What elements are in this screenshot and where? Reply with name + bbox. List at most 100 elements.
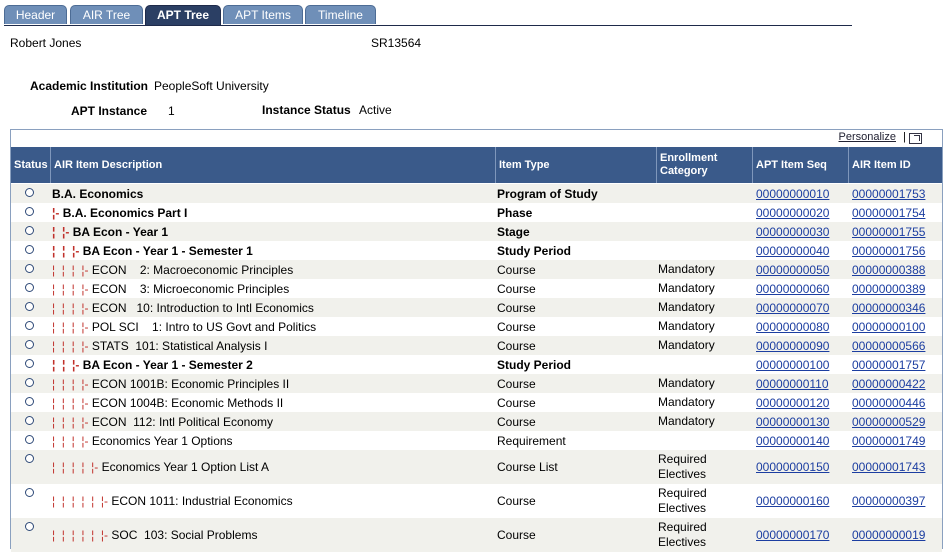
enrollment-category: Mandatory [658,376,715,390]
air-item-id-link[interactable]: 00000001755 [852,222,925,241]
apt-item-seq-link[interactable]: 00000000110 [756,374,829,393]
apt-instance-value: 1 [168,104,175,118]
apt-item-seq-link[interactable]: 00000000020 [756,203,829,222]
apt-item-seq-link[interactable]: 00000000100 [756,355,829,374]
table-row: ¦ ¦ ¦ ¦- Economics Year 1 Options Require… [11,431,942,450]
row-radio-button[interactable] [25,488,34,497]
air-item-id-link[interactable]: 00000000346 [852,298,925,317]
item-description: ECON 1011: Industrial Economics [111,494,293,508]
item-type: Study Period [497,243,572,258]
tree-connector: ¦ ¦ ¦ ¦- [52,338,92,353]
air-item-id-link[interactable]: 00000000446 [852,393,925,412]
row-radio-button[interactable] [25,302,34,311]
enrollment-category [658,431,748,450]
tab-air-tree[interactable]: AIR Tree [70,5,143,24]
col-enrollment-category: Enrollment Category [657,147,753,183]
apt-tree-grid: Personalize | Status AIR Item Descriptio… [10,129,943,552]
description-cell: ¦- B.A. Economics Part I [52,203,187,222]
apt-item-seq-link[interactable]: 00000000090 [756,336,829,355]
row-radio-button[interactable] [25,435,34,444]
air-item-id-link[interactable]: 00000000566 [852,336,925,355]
tree-connector: ¦ ¦ ¦ ¦ ¦- [52,460,102,474]
apt-item-seq-link[interactable]: 00000000080 [756,317,829,336]
table-row: B.A. Economics Program of Study 0000000001… [11,184,942,203]
institution-value: PeopleSoft University [154,79,269,93]
tab-header[interactable]: Header [4,5,67,24]
tab-apt-tree[interactable]: APT Tree [145,5,221,25]
item-type: Course [497,281,536,296]
air-item-id-link[interactable]: 00000001756 [852,241,925,260]
air-item-id-link[interactable]: 00000001743 [852,450,925,484]
col-apt-item-seq: APT Item Seq [753,147,849,183]
item-type: Course List [497,460,558,474]
table-row: ¦ ¦ ¦ ¦- ECON 112: Intl Political Econom… [11,412,942,431]
apt-item-seq-link[interactable]: 00000000120 [756,393,829,412]
col-status: Status [11,147,51,183]
apt-item-seq-link[interactable]: 00000000140 [756,431,829,450]
description-cell: ¦ ¦ ¦ ¦- Economics Year 1 Options [52,431,233,450]
instance-status-label: Instance Status [262,103,351,117]
enrollment-category [658,184,748,203]
table-row: ¦ ¦ ¦ ¦- ECON 1001B: Economic Principles… [11,374,942,393]
item-type: Course [497,319,536,334]
air-item-id-link[interactable]: 00000000529 [852,412,925,431]
air-item-id-link[interactable]: 00000001749 [852,431,925,450]
air-item-id-link[interactable]: 00000000389 [852,279,925,298]
apt-item-seq-link[interactable]: 00000000010 [756,184,829,203]
tab-bar: Header AIR Tree APT Tree APT Items Timel… [4,5,852,26]
new-window-icon[interactable] [909,133,922,144]
air-item-id-link[interactable]: 00000000019 [852,518,925,552]
table-row: ¦ ¦ ¦ ¦- ECON 1004B: Economic Methods II… [11,393,942,412]
tree-connector: ¦ ¦ ¦- [52,243,83,258]
item-type: Study Period [497,357,572,372]
air-item-id-link[interactable]: 00000000100 [852,317,925,336]
item-description: BA Econ - Year 1 - Semester 1 [82,243,253,258]
row-radio-button[interactable] [25,359,34,368]
apt-item-seq-link[interactable]: 00000000060 [756,279,829,298]
air-item-id-link[interactable]: 00000000388 [852,260,925,279]
enrollment-category: Mandatory [658,395,715,409]
tree-connector: ¦ ¦ ¦ ¦- [52,262,92,277]
row-radio-button[interactable] [25,226,34,235]
air-item-id-link[interactable]: 00000000422 [852,374,925,393]
row-radio-button[interactable] [25,207,34,216]
row-radio-button[interactable] [25,397,34,406]
apt-item-seq-link[interactable]: 00000000160 [756,484,829,518]
apt-item-seq-link[interactable]: 00000000170 [756,518,829,552]
row-radio-button[interactable] [25,416,34,425]
table-row: ¦ ¦ ¦ ¦- ECON 10: Introduction to Intl E… [11,298,942,317]
row-radio-button[interactable] [25,321,34,330]
row-radio-button[interactable] [25,283,34,292]
item-description: POL SCI 1: Intro to US Govt and Politics [91,319,317,334]
row-radio-button[interactable] [25,378,34,387]
tab-apt-items[interactable]: APT Items [223,5,303,24]
item-description: ECON 2: Macroeconomic Principles [91,262,294,277]
item-description: ECON 112: Intl Political Economy [91,414,273,429]
apt-item-seq-link[interactable]: 00000000070 [756,298,829,317]
apt-item-seq-link[interactable]: 00000000050 [756,260,829,279]
enrollment-category: Required Electives [658,486,707,515]
air-item-id-link[interactable]: 00000001757 [852,355,925,374]
row-radio-button[interactable] [25,245,34,254]
table-row: ¦ ¦ ¦ ¦ ¦ ¦- SOC 103: Social Problems Cou… [11,518,942,552]
air-item-id-link[interactable]: 00000000397 [852,484,925,518]
personalize-link[interactable]: Personalize [839,131,896,143]
tab-timeline[interactable]: Timeline [305,5,376,24]
apt-item-seq-link[interactable]: 00000000040 [756,241,829,260]
air-item-id-link[interactable]: 00000001753 [852,184,925,203]
tree-connector: ¦ ¦- [52,224,73,239]
table-row: ¦ ¦ ¦ ¦ ¦- Economics Year 1 Option List … [11,450,942,484]
row-radio-button[interactable] [25,340,34,349]
apt-item-seq-link[interactable]: 00000000150 [756,450,829,484]
apt-item-seq-link[interactable]: 00000000130 [756,412,829,431]
item-type: Stage [497,224,530,239]
tree-connector: ¦ ¦ ¦ ¦- [52,300,92,315]
row-radio-button[interactable] [25,454,34,463]
row-radio-button[interactable] [25,188,34,197]
apt-item-seq-link[interactable]: 00000000030 [756,222,829,241]
item-description: BA Econ - Year 1 - Semester 2 [82,357,253,372]
air-item-id-link[interactable]: 00000001754 [852,203,925,222]
row-radio-button[interactable] [25,522,34,531]
col-item-type: Item Type [496,147,657,183]
row-radio-button[interactable] [25,264,34,273]
